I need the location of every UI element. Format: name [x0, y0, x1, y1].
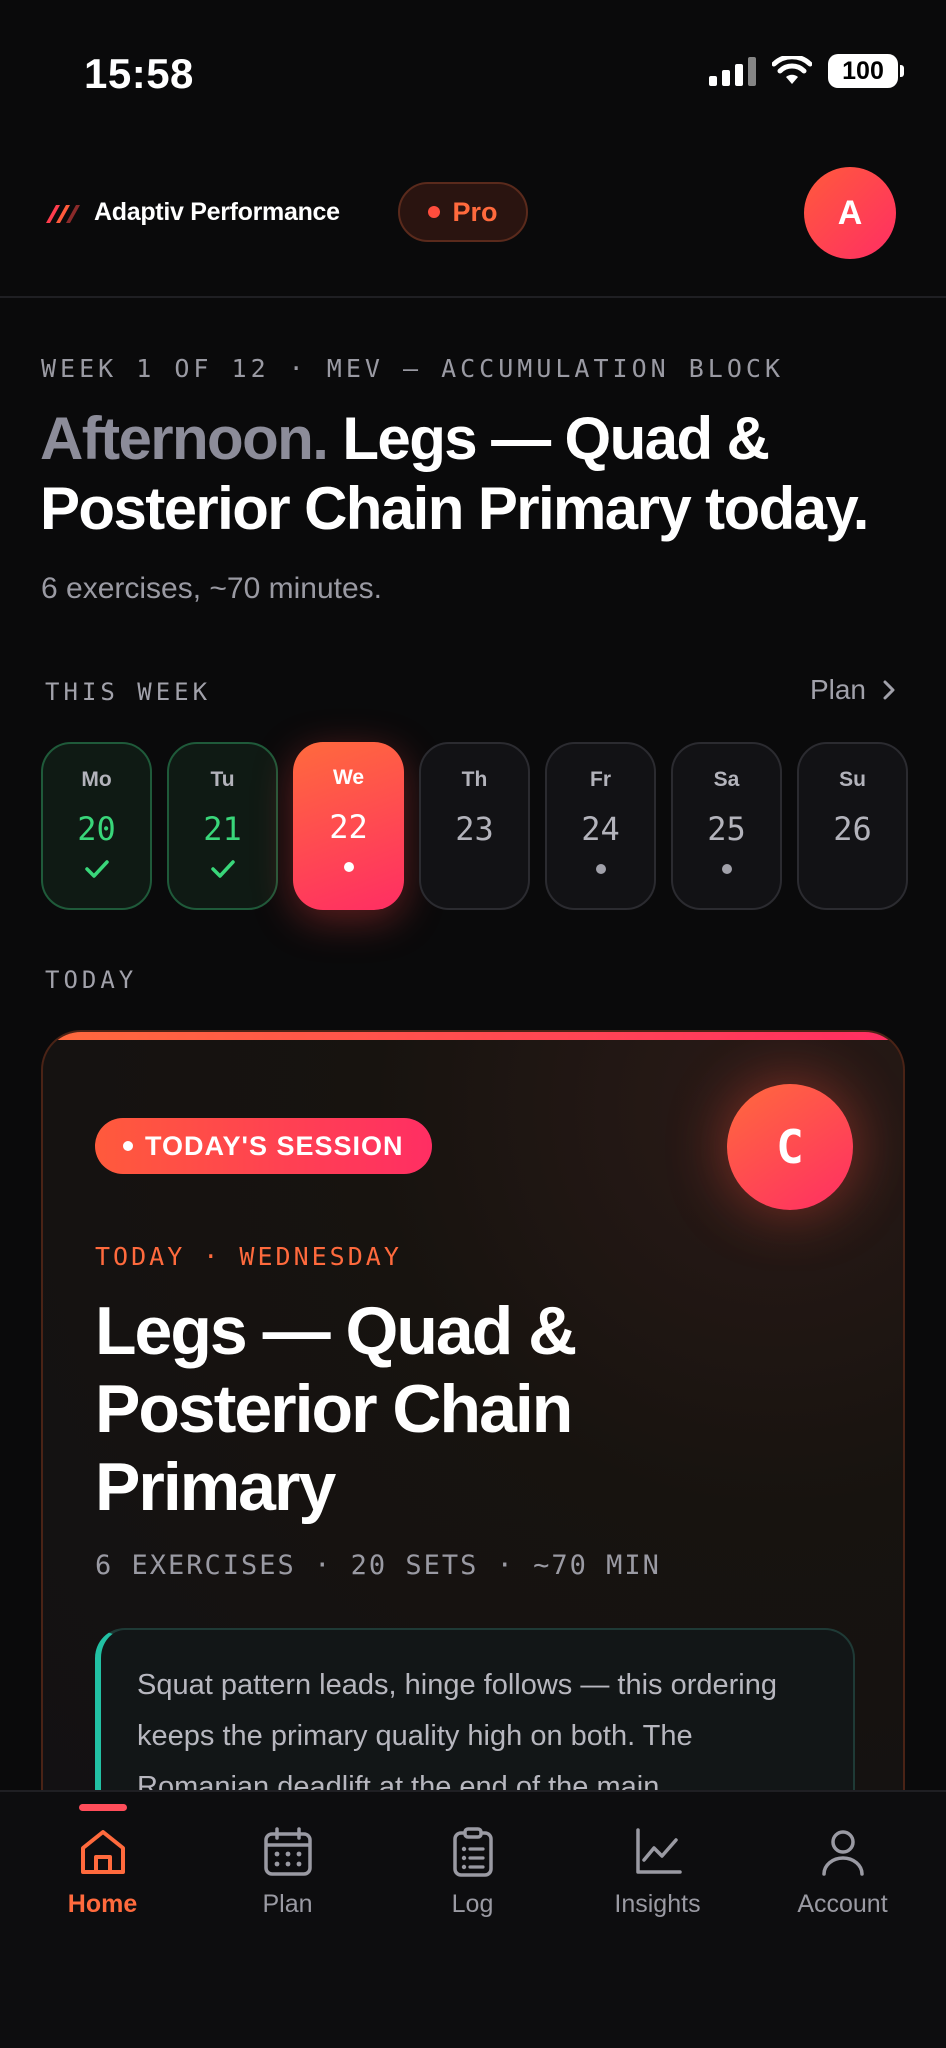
day-status	[721, 856, 732, 882]
day-name: Sa	[713, 768, 740, 791]
pro-badge-label: Pro	[452, 196, 498, 227]
day-name: Su	[839, 768, 866, 791]
day-number: 20	[77, 810, 116, 848]
nav-log[interactable]: Log	[378, 1792, 567, 1952]
day-tile[interactable]: Sa 25	[671, 742, 782, 910]
day-number: 25	[707, 810, 746, 848]
coach-note: Squat pattern leads, hinge follows — thi…	[95, 1628, 855, 1790]
chart-icon	[635, 1828, 682, 1874]
status-icons: 100	[709, 54, 904, 88]
clipboard-icon	[452, 1827, 493, 1877]
plan-link-label: Plan	[809, 674, 866, 705]
avatar[interactable]: A	[804, 167, 896, 259]
nav-label: Plan	[262, 1890, 313, 1918]
battery-icon: 100	[828, 54, 904, 88]
home-icon	[80, 1830, 125, 1874]
bottom-nav: Home Plan Log Insights Account	[0, 1790, 946, 2048]
day-name: We	[332, 766, 365, 789]
status-time: 15:58	[84, 50, 194, 97]
day-number: 23	[455, 810, 494, 848]
active-indicator	[78, 1804, 127, 1811]
session-day: TODAY · WEDNESDAY	[95, 1242, 402, 1271]
status-bar: 15:58 100	[0, 0, 946, 140]
nav-insights[interactable]: Insights	[563, 1792, 752, 1952]
pro-badge[interactable]: Pro	[398, 182, 528, 242]
hero-subtitle: 6 exercises, ~70 minutes.	[41, 572, 383, 605]
day-name: Tu	[210, 768, 235, 791]
session-badge-label: TODAY'S SESSION	[145, 1130, 404, 1161]
card-accent-bar	[43, 1032, 903, 1040]
nav-label: Account	[797, 1890, 888, 1918]
calendar-icon	[263, 1827, 312, 1876]
nav-label: Insights	[614, 1890, 701, 1918]
session-meta: 6 EXERCISES · 20 SETS · ~70 MIN	[95, 1550, 661, 1581]
nav-plan[interactable]: Plan	[193, 1792, 382, 1952]
coach-note-text: Squat pattern leads, hinge follows — thi…	[137, 1669, 777, 1790]
day-name: Fr	[590, 768, 611, 791]
planned-dot-icon	[721, 864, 732, 874]
hero-greeting: Afternoon.	[40, 405, 329, 472]
nav-account[interactable]: Account	[748, 1792, 937, 1952]
today-dot-icon	[343, 862, 354, 872]
day-tile[interactable]: Th 23	[419, 742, 530, 910]
day-tile[interactable]: We 22	[293, 742, 404, 910]
day-name: Mo	[81, 768, 112, 791]
user-icon	[821, 1830, 864, 1876]
planned-dot-icon	[595, 864, 606, 874]
day-status	[343, 854, 354, 880]
nav-home[interactable]: Home	[8, 1792, 197, 1952]
day-number: 24	[581, 810, 620, 848]
today-label: TODAY	[45, 966, 138, 994]
block-label: WEEK 1 OF 12 · MEV — ACCUMULATION BLOCK	[41, 354, 784, 383]
day-status	[595, 856, 606, 882]
brand-name: Adaptiv Performance	[94, 198, 340, 226]
plan-link[interactable]: Plan	[810, 674, 896, 706]
nav-label: Home	[67, 1890, 138, 1918]
day-name: Th	[461, 768, 488, 791]
day-number: 21	[203, 810, 242, 848]
nav-label: Log	[451, 1890, 494, 1918]
session-title: Legs — Quad & Posterior Chain Primary	[95, 1293, 577, 1525]
week-label: THIS WEEK	[45, 678, 212, 706]
wifi-icon	[772, 56, 812, 84]
day-tile[interactable]: Fr 24	[545, 742, 656, 910]
check-icon	[84, 860, 109, 878]
logo-icon	[46, 204, 80, 223]
app-header: Adaptiv Performance Pro A	[0, 150, 946, 298]
coach-avatar[interactable]: C	[727, 1084, 853, 1210]
chevron-right-icon	[883, 680, 895, 700]
session-card[interactable]: TODAY'S SESSION C TODAY · WEDNESDAY Legs…	[41, 1030, 905, 1790]
day-number: 22	[329, 808, 368, 846]
session-dot-icon	[123, 1141, 133, 1151]
signal-icon	[709, 56, 756, 86]
day-status	[84, 856, 110, 882]
session-badge: TODAY'S SESSION	[95, 1118, 432, 1174]
check-icon	[210, 860, 235, 878]
brand[interactable]: Adaptiv Performance	[44, 198, 340, 227]
hero-title: Afternoon. Legs — Quad & Posterior Chain…	[40, 404, 920, 544]
day-tile[interactable]: Su 26	[797, 742, 908, 910]
day-tile[interactable]: Tu 21	[167, 742, 278, 910]
week-strip: Mo 20 Tu 21 We 22 Th 23 Fr 24 Sa 25 Su 26	[41, 742, 908, 910]
day-number: 26	[833, 810, 872, 848]
day-status	[210, 856, 236, 882]
pro-dot-icon	[428, 206, 441, 218]
day-tile[interactable]: Mo 20	[41, 742, 152, 910]
